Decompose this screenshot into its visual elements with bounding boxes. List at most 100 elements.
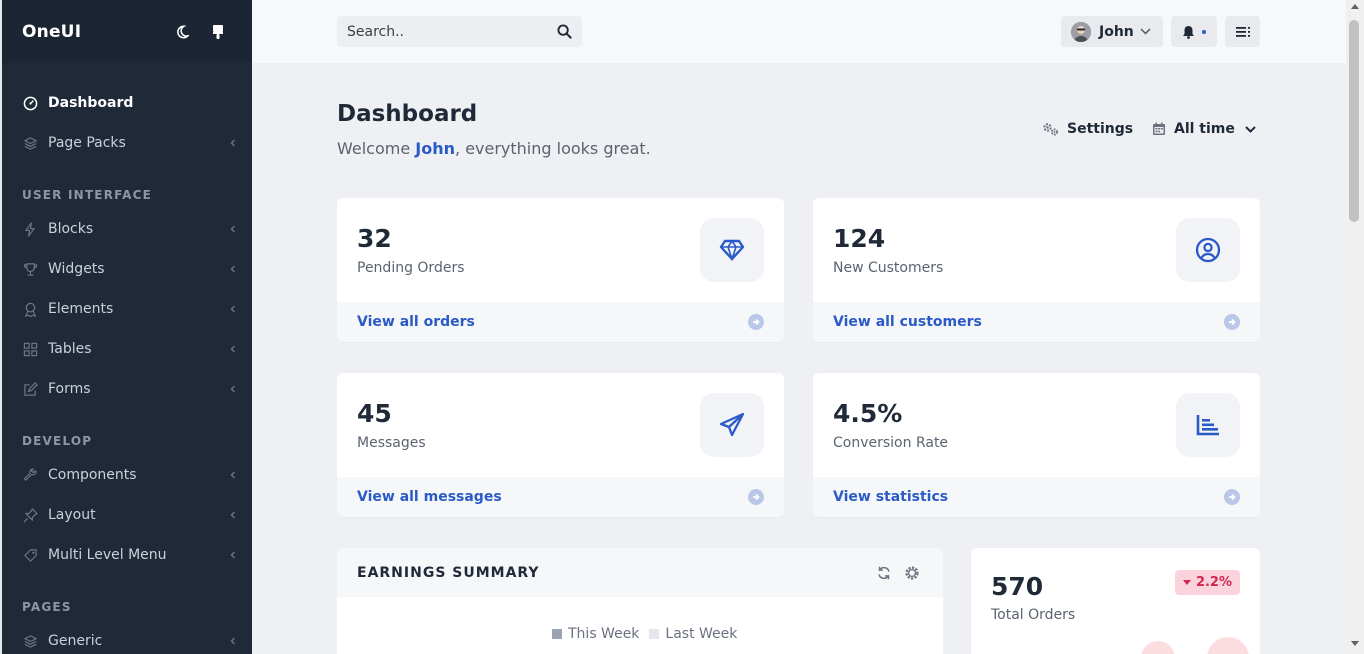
stat-value: 124 [833,224,886,253]
earnings-summary-card: EARNINGS SUMMARY This Week Last Week [337,548,943,654]
sidebar-item-label: Blocks [48,221,94,237]
sidebar: OneUI Dashboard Page Packs USER INTERFACE B… [2,0,252,654]
stat-label: Conversion Rate [833,435,949,451]
chevron-left-icon [230,265,235,273]
sidebar-item-label: Forms [48,381,91,397]
scroll-down-arrow[interactable] [1351,641,1359,646]
user-name: John [1099,23,1134,40]
sidebar-heading: PAGES [22,600,72,614]
top-header: John [252,0,1346,63]
sidebar-style-toggle[interactable] [204,18,232,46]
welcome-suffix: , everything looks great. [455,139,651,158]
page-scrollbar[interactable] [1346,0,1364,654]
earnings-title: EARNINGS SUMMARY [357,564,540,581]
date-range-dropdown[interactable]: All time [1152,121,1256,137]
earnings-header: EARNINGS SUMMARY [337,548,943,597]
card-settings-button[interactable] [901,562,923,584]
tag-icon [22,547,38,563]
sidebar-item-layout[interactable]: Layout [2,495,252,535]
sparkline-area [1141,641,1175,654]
user-menu-button[interactable]: John [1061,16,1163,47]
settings-label: Settings [1067,121,1134,137]
total-orders-card: 570 Total Orders 2.2% [971,548,1260,654]
arrow-circle-right-icon [748,314,764,330]
chevron-left-icon [230,511,235,519]
notification-dot [1202,29,1206,34]
sidebar-item-elements[interactable]: Elements [2,289,252,329]
chevron-left-icon [230,305,235,313]
sidebar-header: OneUI [2,0,252,63]
view-all-orders-link[interactable]: View all orders [337,302,784,342]
welcome-name: John [415,139,456,158]
sidebar-heading: DEVELOP [22,434,93,448]
arrow-circle-right-icon [1224,489,1240,505]
search-icon[interactable] [557,24,572,39]
sidebar-item-multi-level-menu[interactable]: Multi Level Menu [2,535,252,575]
pin-icon [22,507,38,523]
refresh-icon [878,566,890,579]
scrollbar-thumb[interactable] [1349,20,1359,222]
welcome-prefix: Welcome [337,139,416,158]
sidebar-item-dashboard[interactable]: Dashboard [2,83,252,123]
legend-swatch-last-week [649,629,660,639]
stat-card-messages: 45 Messages View all messages [337,373,784,517]
legend-label-this-week[interactable]: This Week [568,626,639,642]
calendar-icon [1153,122,1165,135]
settings-button[interactable]: Settings [1042,121,1133,137]
search-box [337,16,582,47]
sidebar-item-label: Generic [48,633,103,649]
wrench-icon [22,467,38,483]
notifications-button[interactable] [1171,16,1217,47]
orders-value: 570 [991,572,1044,601]
refresh-button[interactable] [873,562,895,584]
menu-lines-icon [1235,26,1250,37]
legend-label-last-week[interactable]: Last Week [665,626,737,642]
welcome-text: Welcome John, everything looks great. [337,139,651,158]
brand-logo[interactable]: OneUI [22,22,160,42]
side-overlay-toggle[interactable] [1225,16,1260,47]
range-label: All time [1174,121,1235,137]
bolt-icon [22,221,38,237]
arrow-circle-right-icon [1224,314,1240,330]
layers-icon [22,633,38,649]
search-input[interactable] [347,23,557,40]
chevron-left-icon [230,385,235,393]
sidebar-item-forms[interactable]: Forms [2,369,252,409]
sidebar-item-page-packs[interactable]: Page Packs [2,123,252,163]
link-label: View all orders [357,314,475,330]
view-all-messages-link[interactable]: View all messages [337,477,784,517]
chevron-left-icon [230,637,235,645]
arrow-circle-right-icon [748,489,764,505]
chevron-down-icon [1140,28,1151,35]
dark-mode-toggle[interactable] [168,18,196,46]
view-all-customers-link[interactable]: View all customers [813,302,1260,342]
sidebar-item-generic[interactable]: Generic [2,621,252,654]
sidebar-item-tables[interactable]: Tables [2,329,252,369]
link-label: View all customers [833,314,982,330]
sidebar-item-label: Page Packs [48,135,126,151]
sidebar-item-label: Tables [48,341,92,357]
stat-label: Pending Orders [357,260,465,276]
paper-plane-icon [700,393,764,457]
stat-value: 4.5% [833,399,903,428]
chevron-left-icon [230,471,235,479]
sidebar-item-components[interactable]: Components [2,455,252,495]
layers-icon [22,135,38,151]
scroll-up-arrow[interactable] [1351,4,1359,9]
link-label: View all messages [357,489,502,505]
sidebar-item-widgets[interactable]: Widgets [2,249,252,289]
caret-down-icon [1182,579,1191,585]
stat-label: Messages [357,435,426,451]
chevron-left-icon [230,139,235,147]
stat-label: New Customers [833,260,944,276]
stat-value: 32 [357,224,392,253]
avatar [1071,21,1091,42]
chevron-left-icon [230,345,235,353]
view-statistics-link[interactable]: View statistics [813,477,1260,517]
chevron-down-icon [1245,125,1256,133]
chevron-left-icon [230,551,235,559]
stat-value: 45 [357,399,392,428]
change-badge: 2.2% [1174,570,1240,595]
chevron-left-icon [230,225,235,233]
sidebar-item-blocks[interactable]: Blocks [2,209,252,249]
